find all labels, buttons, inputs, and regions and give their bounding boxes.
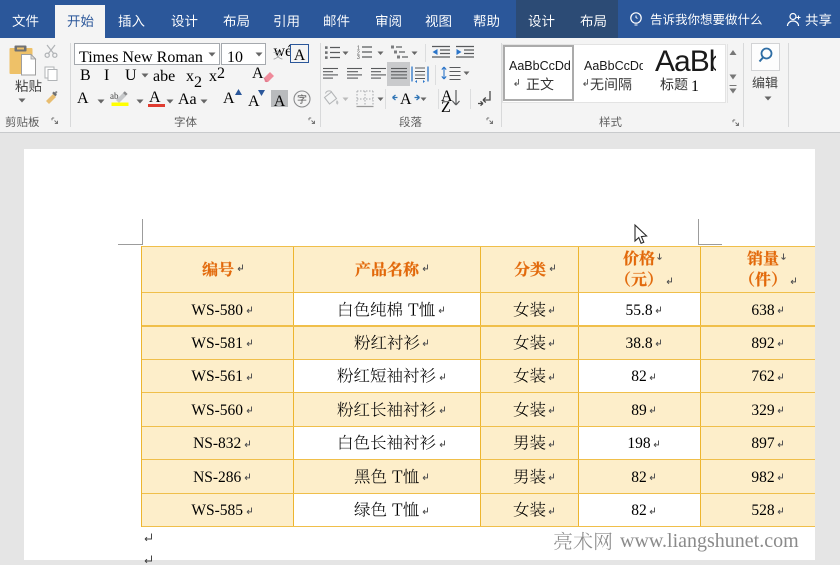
svg-text:3: 3 — [357, 55, 360, 61]
